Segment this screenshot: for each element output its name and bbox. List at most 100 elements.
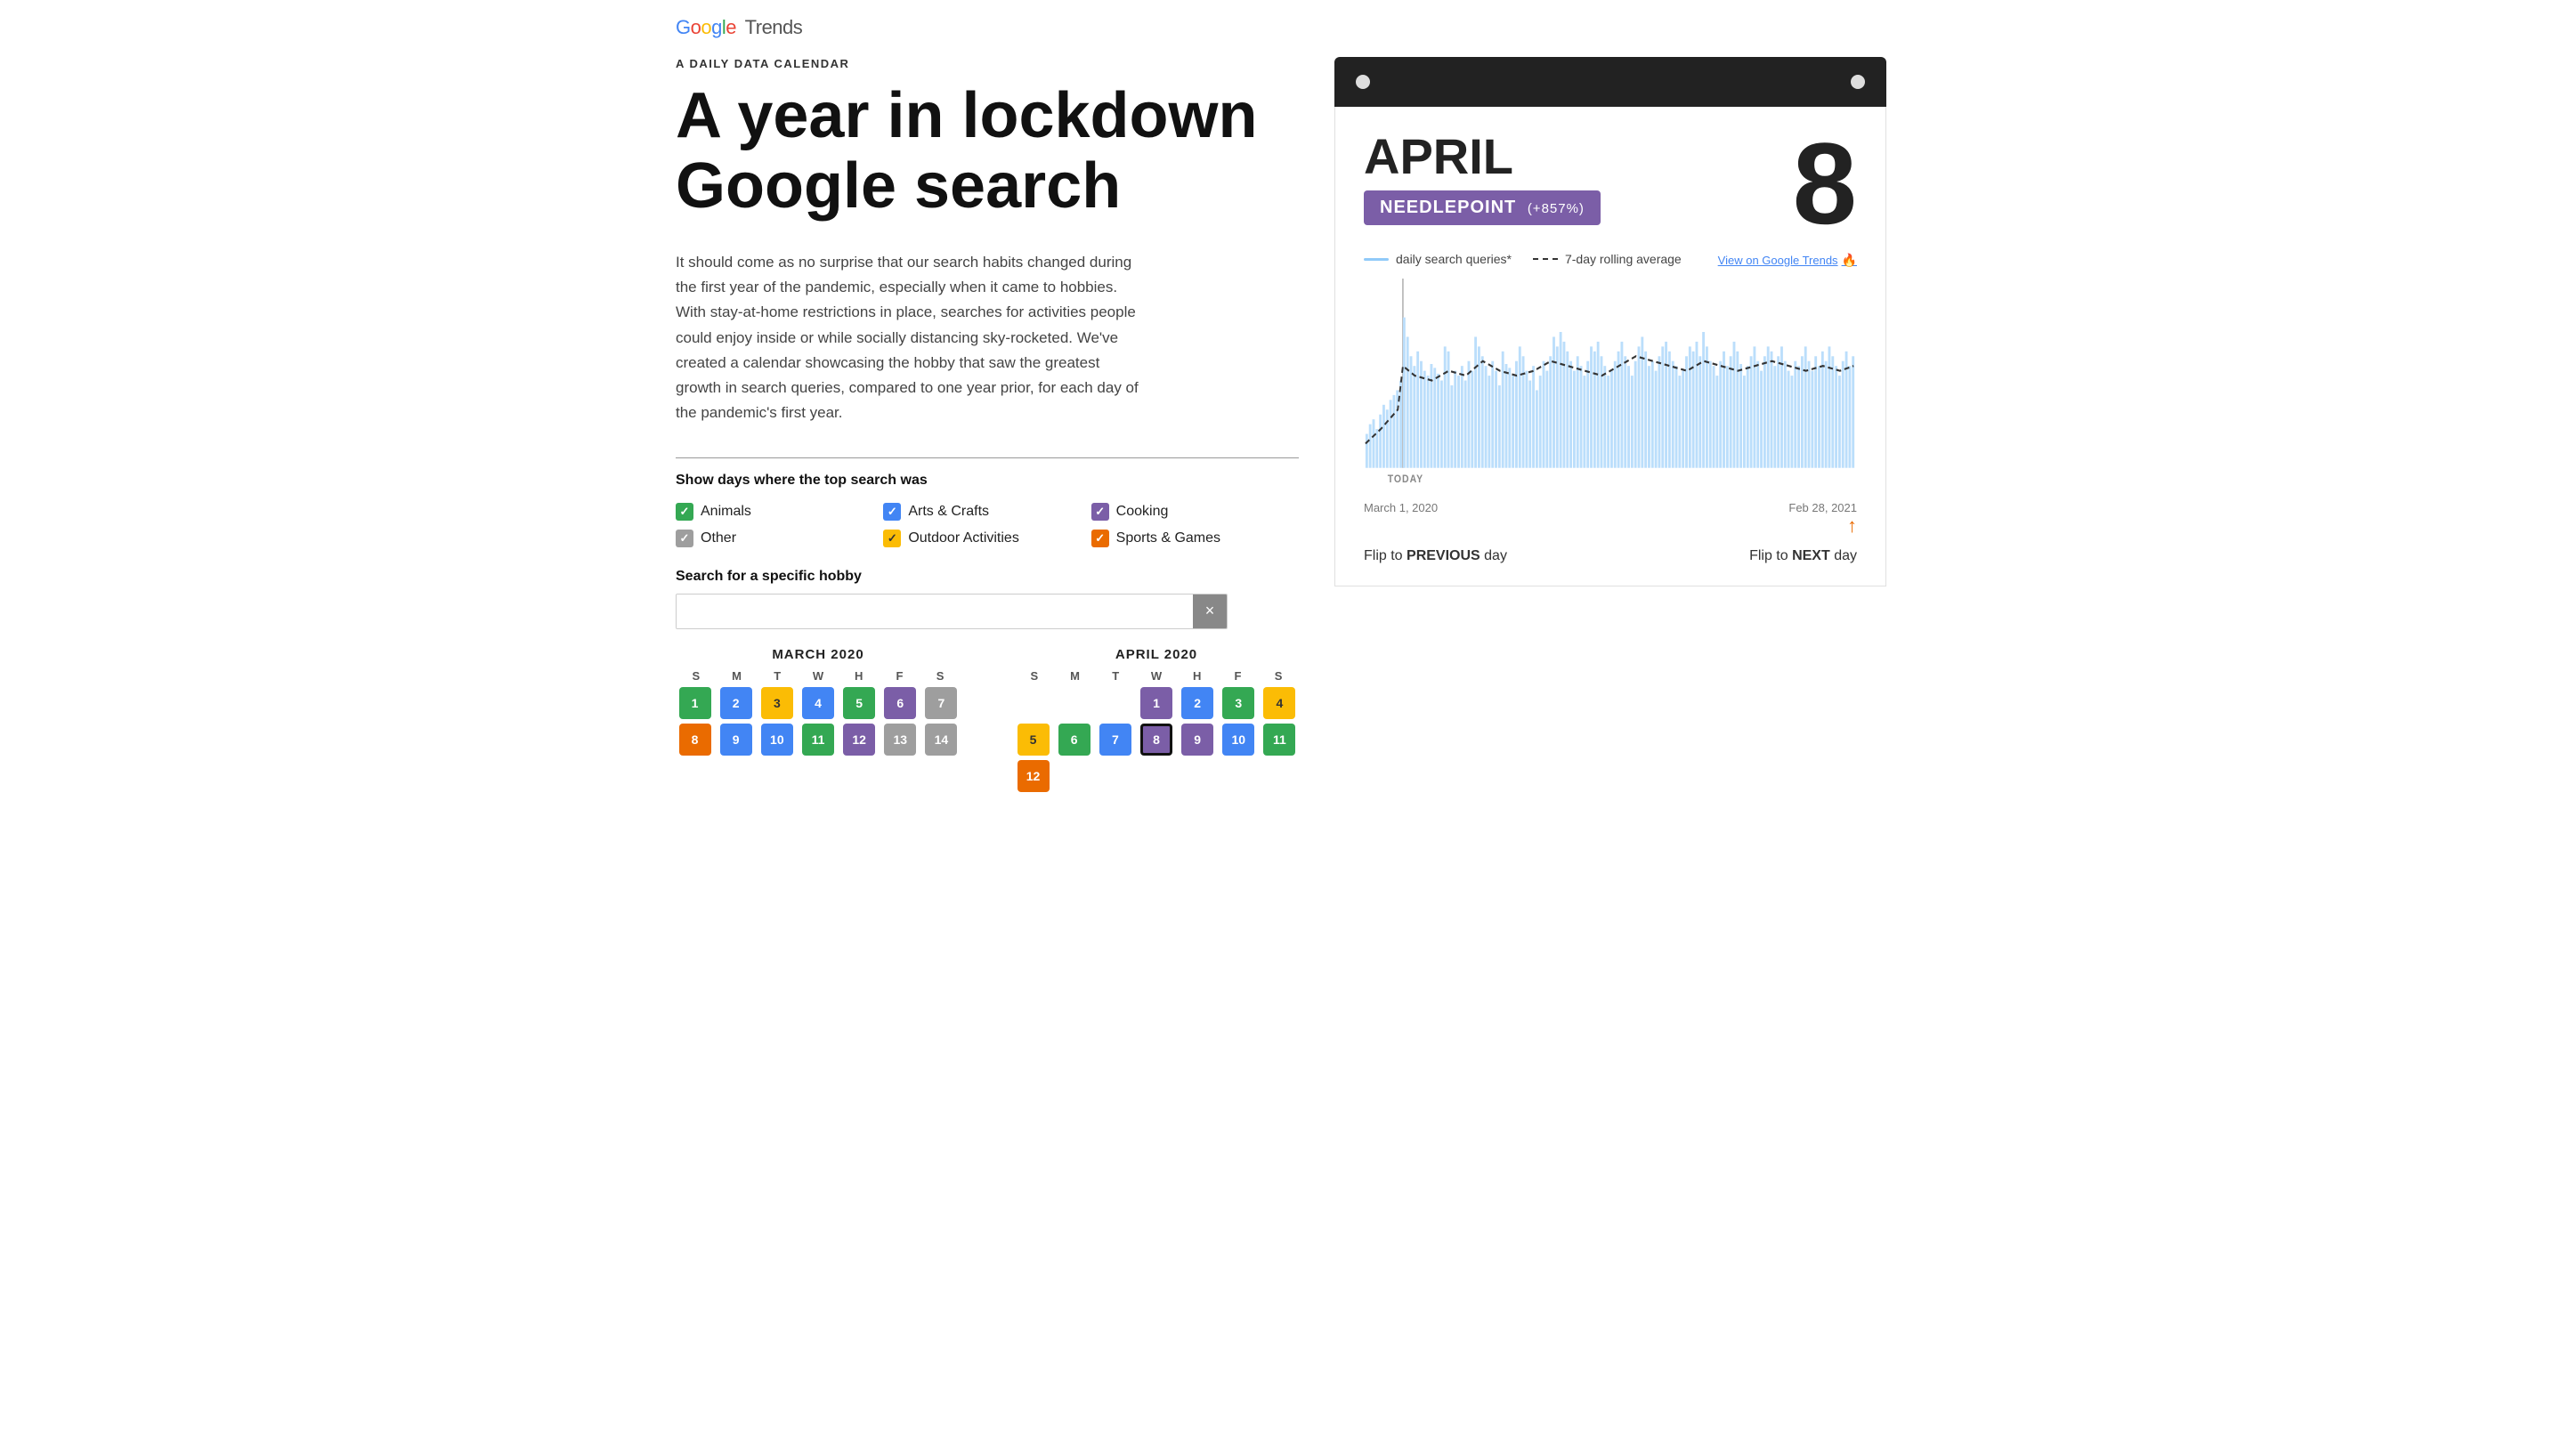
table-row[interactable]: 14 xyxy=(925,724,957,756)
filter-cooking[interactable]: ✓ Cooking xyxy=(1091,503,1299,521)
calendar-april: APRIL 2020 S M T W H F S 1 xyxy=(1014,647,1299,793)
right-panel: APRIL NEEDLEPOINT (+857%) 8 daily search… xyxy=(1334,57,1886,793)
logo-letter-e: e xyxy=(726,16,736,39)
table-row[interactable]: 4 xyxy=(802,687,834,719)
flip-row: Flip to PREVIOUS day Flip to NEXT day xyxy=(1364,548,1857,564)
filter-label-cooking: Cooking xyxy=(1116,504,1169,520)
table-row[interactable]: 11 xyxy=(1263,724,1295,756)
march-grid: 1 2 3 4 5 6 7 8 9 10 11 12 13 14 xyxy=(676,686,961,756)
chart-legend: daily search queries* 7-day rolling aver… xyxy=(1364,252,1682,266)
calendar-card: APRIL NEEDLEPOINT (+857%) 8 daily search… xyxy=(1334,107,1886,586)
chart-svg: .bar { fill: #BBDEFB; } xyxy=(1364,279,1857,492)
filter-animals[interactable]: ✓ Animals xyxy=(676,503,883,521)
check-cooking: ✓ xyxy=(1095,505,1105,519)
chart-date-labels: March 1, 2020 Feb 28, 2021 xyxy=(1364,501,1857,514)
header: G o o g l e Trends xyxy=(676,0,1886,48)
filter-label-animals: Animals xyxy=(701,504,751,520)
trend-badge: NEEDLEPOINT (+857%) xyxy=(1364,190,1601,225)
table-row[interactable]: 3 xyxy=(761,687,793,719)
binder-dot-left xyxy=(1356,75,1370,89)
filter-section: Show days where the top search was ✓ Ani… xyxy=(676,457,1299,547)
filter-label-other: Other xyxy=(701,530,736,546)
legend-dashed: 7-day rolling average xyxy=(1533,252,1682,266)
table-row[interactable]: 2 xyxy=(1181,687,1213,719)
checkbox-outdoor[interactable]: ✓ xyxy=(883,530,901,547)
table-row[interactable]: 3 xyxy=(1222,687,1254,719)
table-row[interactable]: 6 xyxy=(884,687,916,719)
main-content: A DAILY DATA CALENDAR A year in lockdown… xyxy=(676,57,1886,793)
table-row[interactable]: 9 xyxy=(1181,724,1213,756)
legend-dashed-line xyxy=(1533,258,1558,260)
table-row-selected[interactable]: 8 xyxy=(1140,724,1172,756)
chart-bars xyxy=(1366,279,1854,468)
svg-text:TODAY: TODAY xyxy=(1388,474,1423,486)
description: It should come as no surprise that our s… xyxy=(676,250,1139,425)
checkbox-other[interactable]: ✓ xyxy=(676,530,693,547)
table-row[interactable]: 10 xyxy=(761,724,793,756)
logo-letter-o2: o xyxy=(701,16,711,39)
search-section: Search for a specific hobby × xyxy=(676,569,1299,629)
filter-title: Show days where the top search was xyxy=(676,473,1299,489)
table-row[interactable]: 12 xyxy=(843,724,875,756)
search-input[interactable] xyxy=(677,595,1193,628)
view-trends-link[interactable]: View on Google Trends 🔥 xyxy=(1718,253,1857,268)
google-trends-logo: G o o g l e Trends xyxy=(676,16,802,39)
search-box: × xyxy=(676,594,1228,629)
table-row[interactable]: 7 xyxy=(925,687,957,719)
march-header: S M T W H F S xyxy=(676,669,961,683)
flip-prev-suffix: day xyxy=(1484,548,1507,563)
april-header: S M T W H F S xyxy=(1014,669,1299,683)
march-title: MARCH 2020 xyxy=(676,647,961,662)
flip-next-text: Flip to xyxy=(1749,548,1792,563)
filter-sports[interactable]: ✓ Sports & Games xyxy=(1091,530,1299,547)
chart-date-start: March 1, 2020 xyxy=(1364,501,1438,514)
flip-next-button[interactable]: Flip to NEXT day xyxy=(1749,548,1857,564)
table-row[interactable]: 9 xyxy=(720,724,752,756)
cal-empty xyxy=(1018,687,1050,719)
april-title: APRIL 2020 xyxy=(1014,647,1299,662)
table-row[interactable]: 8 xyxy=(679,724,711,756)
table-row[interactable]: 13 xyxy=(884,724,916,756)
arrow-up-icon: ↑ xyxy=(1847,514,1857,537)
search-clear-button[interactable]: × xyxy=(1193,595,1227,628)
card-month: APRIL xyxy=(1364,132,1601,182)
left-panel: A DAILY DATA CALENDAR A year in lockdown… xyxy=(676,57,1299,793)
check-animals: ✓ xyxy=(680,505,690,519)
card-left-info: APRIL NEEDLEPOINT (+857%) xyxy=(1364,132,1601,241)
trend-pct: (+857%) xyxy=(1528,201,1585,216)
trends-fire-icon: 🔥 xyxy=(1842,253,1857,268)
filter-outdoor[interactable]: ✓ Outdoor Activities xyxy=(883,530,1090,547)
table-row[interactable]: 1 xyxy=(1140,687,1172,719)
table-row[interactable]: 2 xyxy=(720,687,752,719)
checkbox-arts-crafts[interactable]: ✓ xyxy=(883,503,901,521)
checkbox-sports[interactable]: ✓ xyxy=(1091,530,1109,547)
checkbox-animals[interactable]: ✓ xyxy=(676,503,693,521)
table-row[interactable]: 6 xyxy=(1058,724,1090,756)
table-row[interactable]: 7 xyxy=(1099,724,1131,756)
logo-letter-g2: g xyxy=(711,16,722,39)
check-sports: ✓ xyxy=(1095,531,1105,546)
table-row[interactable]: 5 xyxy=(843,687,875,719)
filter-label-arts-crafts: Arts & Crafts xyxy=(908,504,989,520)
table-row[interactable]: 5 xyxy=(1018,724,1050,756)
flip-prev-bold: PREVIOUS xyxy=(1407,548,1480,563)
legend-dashed-label: 7-day rolling average xyxy=(1565,252,1682,266)
chart-date-end: Feb 28, 2021 xyxy=(1788,501,1857,514)
calendar-march: MARCH 2020 S M T W H F S 1 2 3 4 xyxy=(676,647,961,793)
filter-grid: ✓ Animals ✓ Arts & Crafts ✓ xyxy=(676,503,1299,547)
filter-label-sports: Sports & Games xyxy=(1116,530,1220,546)
filter-other[interactable]: ✓ Other xyxy=(676,530,883,547)
table-row[interactable]: 1 xyxy=(679,687,711,719)
table-row[interactable]: 11 xyxy=(802,724,834,756)
table-row[interactable]: 12 xyxy=(1018,760,1050,792)
filter-arts-crafts[interactable]: ✓ Arts & Crafts xyxy=(883,503,1090,521)
binder-dot-right xyxy=(1851,75,1865,89)
table-row[interactable]: 10 xyxy=(1222,724,1254,756)
legend-solid-line xyxy=(1364,258,1389,261)
logo-letter-o1: o xyxy=(691,16,701,39)
checkbox-cooking[interactable]: ✓ xyxy=(1091,503,1109,521)
flip-previous-button[interactable]: Flip to PREVIOUS day xyxy=(1364,548,1507,564)
flip-next-bold: NEXT xyxy=(1792,548,1830,563)
table-row[interactable]: 4 xyxy=(1263,687,1295,719)
check-other: ✓ xyxy=(680,531,690,546)
